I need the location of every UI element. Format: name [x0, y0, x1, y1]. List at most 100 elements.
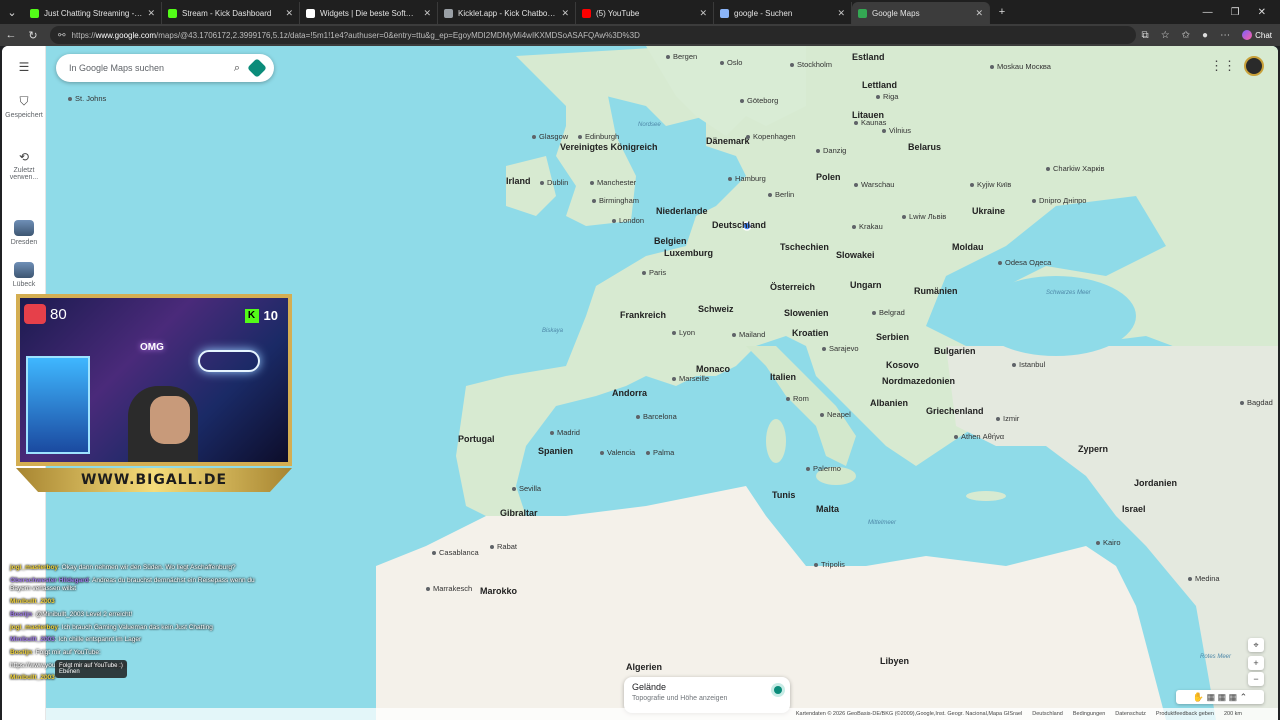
back-icon[interactable]: ← [0, 29, 22, 41]
map-city-label[interactable]: Lyon [672, 328, 695, 337]
star-icon[interactable]: ☆ [1161, 30, 1170, 41]
browser-tab[interactable]: Kicklet.app - Kick Chatbot and Ove ✕ [438, 2, 576, 24]
map-city-label[interactable]: Barcelona [636, 412, 677, 421]
map-country-label[interactable]: Zypern [1078, 444, 1108, 454]
footer-link[interactable]: Deutschland [1032, 711, 1063, 717]
map-city-label[interactable]: Dublin [540, 178, 568, 187]
map-city-label[interactable]: Hamburg [728, 174, 766, 183]
more-icon[interactable]: ⋯ [1220, 30, 1230, 41]
map-city-label[interactable]: Riga [876, 92, 898, 101]
footer-link[interactable]: Datenschutz [1115, 711, 1146, 717]
tab-search-chevron-icon[interactable]: ⌄ [0, 6, 24, 19]
map-country-label[interactable]: Österreich [770, 282, 815, 292]
tab-close-icon[interactable]: ✕ [423, 8, 431, 19]
map-country-label[interactable]: Schweiz [698, 304, 734, 314]
map-country-label[interactable]: Nordmazedonien [882, 376, 955, 386]
map-city-label[interactable]: Rom [786, 394, 809, 403]
map-city-label[interactable]: Istanbul [1012, 360, 1045, 369]
map-city-label[interactable]: Izmir [996, 414, 1019, 423]
map-city-label[interactable]: Marrakesch [426, 584, 472, 593]
search-icon[interactable]: ⌕ [234, 62, 240, 75]
map-country-label[interactable]: Bulgarien [934, 346, 976, 356]
apps-install-icon[interactable]: ⧉ [1142, 30, 1149, 41]
map-country-label[interactable]: Ungarn [850, 280, 882, 290]
google-apps-icon[interactable]: ⋮⋮ [1210, 58, 1236, 74]
map-sea-label[interactable]: Rotes Meer [1200, 654, 1231, 660]
close-window-icon[interactable]: ✕ [1258, 7, 1266, 18]
map-city-label[interactable]: Birmingham [592, 196, 639, 205]
map-country-label[interactable]: Irland [506, 176, 531, 186]
footer-link[interactable]: Bedingungen [1073, 711, 1105, 717]
map-country-label[interactable]: Albanien [870, 398, 908, 408]
map-city-label[interactable]: Kyjiw Київ [970, 180, 1011, 189]
map-city-label[interactable]: Bagdad [1240, 398, 1273, 407]
zoom-in-button[interactable]: + [1248, 656, 1264, 670]
terrain-toggle[interactable] [774, 686, 782, 694]
map-country-label[interactable]: Ukraine [972, 206, 1005, 216]
tab-close-icon[interactable]: ✕ [837, 8, 845, 19]
map-sea-label[interactable]: Schwarzes Meer [1046, 290, 1091, 296]
map-city-label[interactable]: Dnipro Дніпро [1032, 196, 1086, 205]
new-tab-button[interactable]: + [990, 6, 1014, 18]
reload-icon[interactable]: ↻ [22, 29, 44, 42]
map-city-label[interactable]: Edinburgh [578, 132, 619, 141]
pegman-icon[interactable]: ✋ [1193, 692, 1204, 702]
map-country-label[interactable]: Algerien [626, 662, 662, 672]
browser-tab[interactable]: google - Suchen ✕ [714, 2, 852, 24]
map-country-label[interactable]: Kosovo [886, 360, 919, 370]
map-country-label[interactable]: Jordanien [1134, 478, 1177, 488]
map-country-label[interactable]: Andorra [612, 388, 647, 398]
map-city-label[interactable]: Mailand [732, 330, 765, 339]
map-city-label[interactable]: London [612, 216, 644, 225]
recent-place-dresden[interactable]: Dresden [2, 220, 46, 246]
map-sea-label[interactable]: Biskaya [542, 328, 563, 334]
map-city-label[interactable]: Lwiw Львів [902, 212, 946, 221]
footer-link[interactable]: Produktfeedback geben [1156, 711, 1214, 717]
map-city-label[interactable]: Odesa Одеса [998, 258, 1051, 267]
url-field[interactable]: ⚯ https://www.google.com/maps/@43.170617… [50, 26, 1136, 44]
map-city-label[interactable]: Krakau [852, 222, 883, 231]
map-country-label[interactable]: Tschechien [780, 242, 829, 252]
copilot-chat-button[interactable]: Chat [1242, 30, 1272, 40]
map-city-label[interactable]: Göteborg [740, 96, 778, 105]
map-city-label[interactable]: Tripolis [814, 560, 845, 569]
map-country-label[interactable]: Malta [816, 504, 839, 514]
map-city-label[interactable]: Rabat [490, 542, 517, 551]
tab-close-icon[interactable]: ✕ [975, 8, 983, 19]
map-sea-label[interactable]: Nordsee [638, 122, 661, 128]
saved-button[interactable]: ⛉ Gespeichert [2, 94, 46, 119]
map-country-label[interactable]: Slowakei [836, 250, 875, 260]
map-city-label[interactable]: Sarajevo [822, 344, 859, 353]
map-city-label[interactable]: Madrid [550, 428, 580, 437]
map-city-label[interactable]: Vilnius [882, 126, 911, 135]
zoom-out-button[interactable]: − [1248, 672, 1264, 686]
map-city-label[interactable]: Kairo [1096, 538, 1121, 547]
map-city-label[interactable]: Paris [642, 268, 666, 277]
maps-search-box[interactable]: In Google Maps suchen ⌕ [56, 54, 274, 82]
map-country-label[interactable]: Gibraltar [500, 508, 538, 518]
directions-icon[interactable] [247, 58, 267, 78]
map-country-label[interactable]: Luxemburg [664, 248, 713, 258]
map-country-label[interactable]: Estland [852, 52, 885, 62]
recent-button[interactable]: ⟲ Zuletzt verwen... [2, 150, 46, 181]
map-city-label[interactable]: Medina [1188, 574, 1220, 583]
map-country-label[interactable]: Israel [1122, 504, 1146, 514]
map-country-label[interactable]: Griechenland [926, 406, 984, 416]
tab-close-icon[interactable]: ✕ [561, 8, 569, 19]
map-country-label[interactable]: Serbien [876, 332, 909, 342]
map-city-label[interactable]: Palermo [806, 464, 841, 473]
site-info-icon[interactable]: ⚯ [58, 30, 66, 41]
map-country-label[interactable]: Niederlande [656, 206, 708, 216]
maximize-icon[interactable]: ❐ [1231, 7, 1240, 18]
map-country-label[interactable]: Rumänien [914, 286, 958, 296]
layers-strip[interactable]: ✋ ▦ ▦ ▦ ⌃ [1176, 690, 1264, 704]
map-sea-label[interactable]: Mittelmeer [868, 520, 896, 526]
map-country-label[interactable]: Belgien [654, 236, 687, 246]
map-city-label[interactable]: Casablanca [432, 548, 479, 557]
browser-tab[interactable]: Stream - Kick Dashboard ✕ [162, 2, 300, 24]
map-country-label[interactable]: Deutschland [712, 220, 766, 230]
map-country-label[interactable]: Marokko [480, 586, 517, 596]
map-country-label[interactable]: Frankreich [620, 310, 666, 320]
map-country-label[interactable]: Portugal [458, 434, 495, 444]
map-city-label[interactable]: Marseille [672, 374, 709, 383]
